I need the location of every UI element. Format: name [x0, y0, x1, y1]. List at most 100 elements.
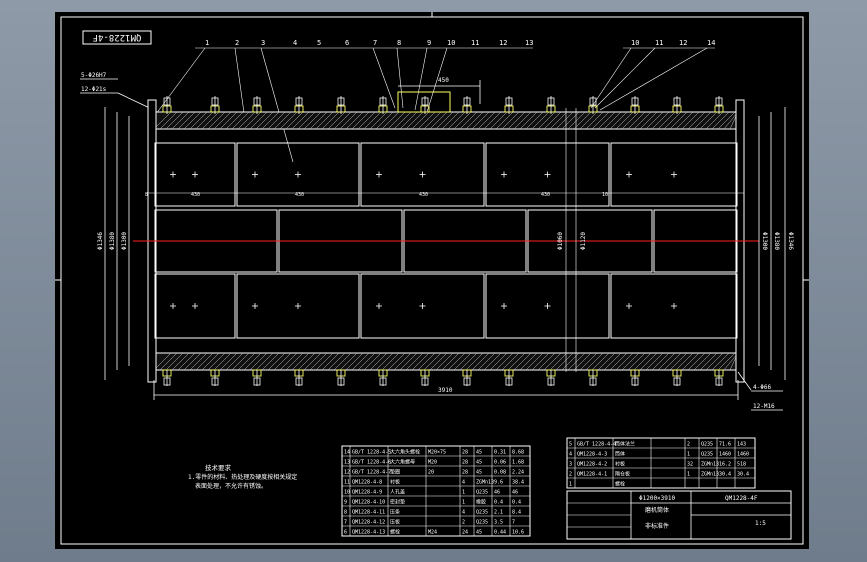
left-callout-a: 5-Φ26H7	[81, 72, 107, 79]
parts-list-right-cell: 1460	[719, 452, 731, 458]
leader-lines	[155, 47, 715, 163]
right-dim-3: Φ1346	[787, 232, 794, 250]
parts-list-right-cell: 筒体法兰	[615, 441, 635, 448]
parts-list-cell: 螺栓	[390, 529, 400, 536]
parts-list-cell: 4	[462, 510, 465, 516]
parts-list-right-cell: 隔仓板	[615, 471, 630, 478]
leader-line-right	[599, 47, 708, 111]
parts-list-right-cell: 1460	[737, 452, 749, 458]
parts-list-cell: 大六角螺母	[390, 459, 415, 466]
title-size: Φ1200×3910	[639, 495, 676, 502]
right-callout-b: 12-M16	[753, 403, 775, 410]
parts-list-cell: 大六角头螺栓	[390, 449, 420, 456]
title-scale: 1:5	[755, 520, 766, 527]
parts-list-right-cell: 4	[569, 452, 572, 458]
parts-list-cell: Q235	[476, 490, 488, 496]
parts-list-cell: 7	[344, 520, 347, 526]
balloon-number: 7	[373, 39, 377, 47]
parts-list-right-cell: 1	[687, 472, 690, 478]
notes-line-1: 1.零件的材料、热处理及硬度按相关规定	[188, 473, 297, 481]
parts-list-cell: GB/T 1228-4-6	[352, 460, 391, 466]
parts-list-cell: 45	[476, 470, 482, 476]
parts-list-right-cell: 2	[569, 472, 572, 478]
parts-list-cell: 0.31	[494, 450, 506, 456]
mill-shell-assembly-drawing: QM1228-4F 1 2 3 4 5 6 7 8 9 10 11 12 13 10 11 12 14 5-Φ…	[55, 12, 809, 545]
parts-list-cell: 0.4	[494, 500, 503, 506]
parts-list-cell: QM1228-4-11	[352, 510, 385, 516]
parts-list-cell: 28	[462, 470, 468, 476]
row-dim-4: 430	[541, 192, 550, 198]
parts-list-cell: 8.4	[512, 510, 521, 516]
parts-list-cell: 45	[476, 530, 482, 536]
balloon-number: 5	[317, 39, 321, 47]
parts-list-right-cell: 2	[687, 442, 690, 448]
parts-list-cell: 密封垫	[390, 499, 405, 506]
title-part-name: 非标准件	[645, 522, 669, 530]
parts-list-cell: 6	[344, 530, 347, 536]
balloon-number-right: 14	[707, 39, 715, 47]
title-drawing-no: QM1228-4F	[725, 495, 758, 502]
parts-list-right-cell: 1	[569, 482, 572, 488]
row-dim-0: 8	[145, 192, 148, 198]
parts-list-cell: 46	[512, 490, 518, 496]
bottom-shell-strip	[153, 352, 739, 371]
balloon-number: 10	[447, 39, 455, 47]
parts-list-cell: 12	[344, 470, 350, 476]
balloon-number-right: 10	[631, 39, 639, 47]
bottom-bolt-row	[162, 369, 724, 386]
parts-list-right-cell: GB/T 1228-4-4	[577, 442, 616, 448]
parts-list-cell: 压条	[390, 509, 400, 516]
parts-list-cell: GB/T 1228-4-5	[352, 450, 391, 456]
row-dim-3: 430	[419, 192, 428, 198]
parts-list-cell: 11	[344, 480, 350, 486]
parts-list-cell: 1	[462, 500, 465, 506]
balloon-number: 8	[397, 39, 401, 47]
parts-list-cell: 10	[344, 490, 350, 496]
balloon-number: 2	[235, 39, 239, 47]
parts-list-cell: 4	[462, 480, 465, 486]
parts-list-cell: 0.06	[494, 460, 506, 466]
parts-list-right-cell: Q235	[701, 442, 713, 448]
parts-list-cell: 28	[462, 460, 468, 466]
balloon-number-right: 11	[655, 39, 663, 47]
parts-list-cell: 0.44	[494, 530, 506, 536]
left-dim-1: Φ1346	[97, 232, 104, 250]
top-dimension: 450	[438, 77, 449, 84]
code-box-text: QM1228-4F	[93, 32, 142, 42]
right-dim-1: Φ1300	[761, 232, 768, 250]
parts-list-cell: 13	[344, 460, 350, 466]
parts-list-cell: 8.68	[512, 450, 524, 456]
balloon-number: 4	[293, 39, 297, 47]
notes-title: 技术要求	[205, 463, 232, 472]
parts-list-right-cell: 30.4	[737, 472, 749, 478]
drawing-sheet: QM1228-4F 1 2 3 4 5 6 7 8 9 10 11 12 13 10 11 12 14 5-Φ…	[55, 12, 809, 549]
parts-list-cell: QM1228-4-12	[352, 520, 385, 526]
leader-line	[260, 47, 294, 163]
title-name-line: 磨机筒体	[645, 506, 669, 514]
parts-list-right-cell: 143	[737, 442, 746, 448]
leader-line	[372, 47, 396, 109]
left-callout-b: 12-Φ21s	[81, 86, 107, 93]
parts-list-right-cell: QM1228-4-1	[577, 472, 607, 478]
top-bolt-row	[162, 96, 724, 114]
parts-list-right-cell: ZGMn13	[701, 472, 719, 478]
parts-list-table: 14 GB/T 1228-4-5大六角头螺栓 M20×75 28 45 0.31 8.681…	[341, 445, 531, 537]
parts-list-cell: 10.6	[512, 530, 524, 536]
inner-dim-2: Φ1120	[580, 232, 587, 250]
parts-list-table-right: 5 GB/T 1228-4-4筒体法兰 2 Q235 71.6 143 4 QM1228-4-…	[566, 437, 756, 489]
parts-list-cell: 2.1	[494, 510, 503, 516]
parts-list-cell: 8	[344, 510, 347, 516]
parts-list-cell: 9	[344, 500, 347, 506]
parts-list-cell: 1	[462, 490, 465, 496]
parts-list-cell: QM1228-4-9	[352, 490, 382, 496]
parts-list-cell: QM1228-4-13	[352, 530, 385, 536]
parts-list-cell: ZGMn13	[476, 480, 494, 486]
parts-list-cell: GB/T 1228-4-7	[352, 470, 391, 476]
balloon-number: 1	[205, 39, 209, 47]
parts-list-right-cell: 5	[569, 442, 572, 448]
balloon-row-right: 10 11 12 14	[631, 39, 715, 47]
parts-list-right-cell: 16.2	[719, 462, 731, 468]
parts-list-cell: QM1228-4-8	[352, 480, 382, 486]
parts-list-right-cell: 3	[569, 462, 572, 468]
parts-list-cell: 2	[462, 520, 465, 526]
